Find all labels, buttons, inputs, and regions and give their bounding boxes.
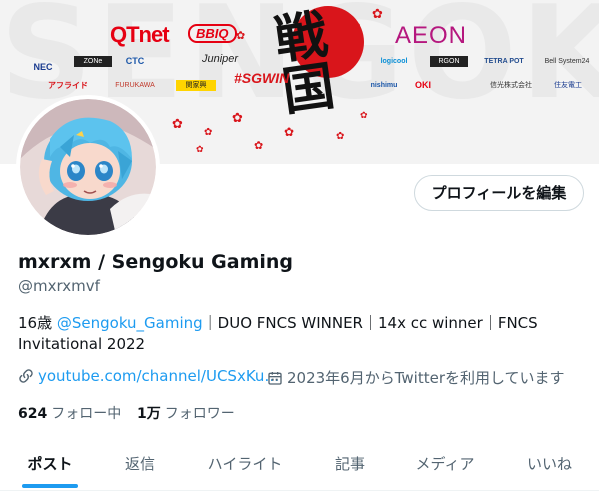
sponsor-logo-aeon: AEON: [395, 22, 468, 49]
link-icon: [19, 369, 33, 383]
sakura-petal-icon: ✿: [352, 21, 361, 32]
sponsor-logo-rgon: RGON: [430, 56, 468, 67]
user-handle: @mxrxmvf: [18, 277, 100, 295]
sponsor-logo-tetrapot: TETRA POT: [484, 58, 524, 65]
sponsor-logo-furukawa: FURUKAWA: [115, 82, 155, 89]
followers-link[interactable]: 1万 フォロワー: [137, 403, 235, 423]
sponsor-logo-zones: ZONe: [74, 56, 112, 67]
sakura-petal-icon: ✿: [196, 145, 204, 155]
sponsor-logo-qtnet: QTnet: [110, 22, 170, 47]
sakura-petal-icon: ✿: [284, 125, 295, 139]
website-link[interactable]: youtube.com/channel/UCSxKu…: [38, 367, 279, 385]
join-date-text: 2023年6月からTwitterを利用しています: [287, 369, 565, 387]
sakura-petal-icon: ✿: [236, 29, 246, 42]
profile-bio: 16歳 @Sengoku_Gaming｜DUO FNCS WINNER｜14x …: [18, 313, 578, 355]
sponsor-logo-shinko: 信光株式会社: [490, 82, 532, 89]
sakura-petal-icon: ✿: [204, 127, 213, 138]
sakura-petal-icon: ✿: [232, 111, 243, 126]
sponsor-logo-kansai: 関家興: [176, 80, 216, 91]
sakura-petal-icon: ✿: [172, 117, 183, 132]
profile-tabs: ポスト 返信 ハイライト 記事 メディア いいね: [0, 440, 599, 491]
profile-avatar[interactable]: [16, 95, 160, 239]
profile-website[interactable]: youtube.com/channel/UCSxKu…: [18, 367, 279, 385]
followers-count: 1万: [137, 406, 161, 422]
tab-articles[interactable]: 記事: [310, 440, 390, 491]
sponsor-logo-ctc: CTC: [125, 56, 145, 66]
tab-replies[interactable]: 返信: [100, 440, 180, 491]
followers-label: フォロワー: [164, 406, 235, 422]
sponsor-logo-nishimu: nishimu: [370, 82, 398, 89]
tab-media[interactable]: メディア: [390, 440, 500, 491]
sponsor-logo-sumitomo: 住友電工: [554, 82, 582, 89]
sponsor-logo-bellsystem: Bell System24: [544, 58, 590, 65]
active-tab-indicator: [22, 484, 78, 488]
anime-avatar-image: [20, 99, 156, 235]
calendar-icon: [268, 372, 282, 385]
bio-mention-link[interactable]: @Sengoku_Gaming: [57, 314, 203, 332]
profile-join-date: 2023年6月からTwitterを利用しています: [267, 367, 565, 388]
sponsor-logo-afuraido: アフライド: [48, 81, 88, 90]
banner-kanji: 戦国: [262, 6, 337, 118]
sakura-petal-icon: ✿: [254, 139, 264, 152]
sponsor-logo-logicool: logicool: [380, 58, 408, 65]
following-label: フォロー中: [51, 406, 122, 422]
tab-likes[interactable]: いいね: [500, 440, 599, 491]
sponsor-logo-oki: OKI: [414, 80, 431, 90]
sponsor-logo-nec: NEC: [33, 62, 53, 72]
sakura-petal-icon: ✿: [360, 111, 368, 121]
tab-highlights[interactable]: ハイライト: [180, 440, 310, 491]
banner-hashtag: #SGWIN: [234, 70, 290, 86]
sponsor-logo-bbiq: BBIQ: [188, 24, 237, 43]
sakura-petal-icon: ✿: [372, 7, 383, 22]
edit-profile-button[interactable]: プロフィールを編集: [414, 175, 584, 211]
sponsor-logo-juniper: Juniper: [201, 54, 239, 65]
following-count: 624: [18, 406, 48, 422]
sakura-petal-icon: ✿: [336, 131, 345, 142]
following-link[interactable]: 624 フォロー中: [18, 403, 121, 423]
bio-prefix: 16歳: [18, 314, 57, 332]
display-name: mxrxm / Sengoku Gaming: [18, 251, 294, 273]
